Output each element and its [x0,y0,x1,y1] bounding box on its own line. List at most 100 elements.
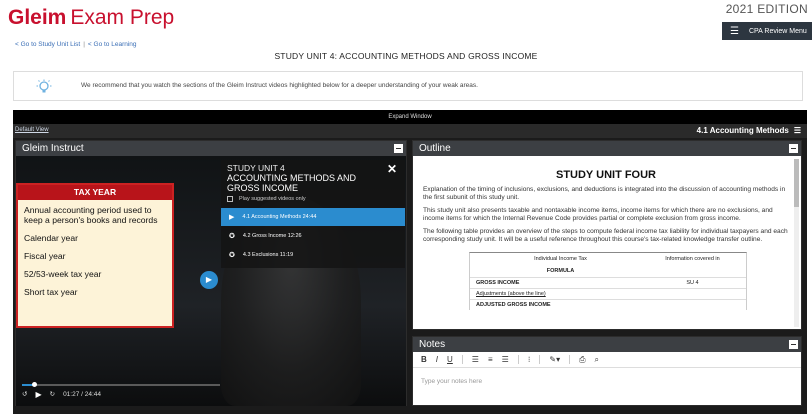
table-cell [645,302,740,308]
tax-item: Fiscal year [24,251,66,261]
play-icon: ▶ [229,214,235,221]
hamburger-icon: ☰ [730,25,739,37]
view-bar: Default View 4.1 Accounting Methods ☰ [13,124,807,138]
play-icon: ▶ [205,275,213,284]
rewind-icon[interactable]: ↺ [22,390,27,398]
toolbar-divider [539,355,541,364]
outline-paragraph: This study unit also presents taxable an… [423,207,773,222]
video-list-title: ACCOUNTING METHODS AND GROSS INCOME [227,173,357,193]
forward-icon[interactable]: ↻ [50,390,55,398]
minimize-icon[interactable] [789,144,798,153]
italic-button[interactable]: I [436,355,438,364]
table-header-cell: Information covered in [665,256,720,262]
notes-panel: Notes B I U ☰ ≡ ☰ ⁝ ✎▾ ⎙ ⌕ Type your not… [412,336,802,406]
align-right-icon[interactable]: ☰ [502,355,509,364]
app-root: Gleim Exam Prep 2021 EDITION ☰ CPA Review… [0,0,812,416]
section-label: 4.1 Accounting Methods [696,126,789,135]
notes-toolbar: B I U ☰ ≡ ☰ ⁝ ✎▾ ⎙ ⌕ [413,352,801,368]
video-item-label: 4.3 Exclusions 11:19 [242,252,294,258]
print-icon[interactable]: ⎙ [579,355,585,365]
outline-heading: STUDY UNIT FOUR [555,169,657,181]
bold-button[interactable]: B [421,355,427,364]
video-item[interactable]: ▶ 4.1 Accounting Methods 24:44 [221,208,405,226]
tax-year-title: TAX YEAR [18,185,172,200]
play-button[interactable]: ▶ [35,390,41,399]
align-left-icon[interactable]: ☰ [472,355,479,364]
logo-sub: Exam Prep [70,6,175,29]
learning-link[interactable]: < Go to Learning [88,41,137,48]
review-menu-label: CPA Review Menu [748,27,807,35]
panel-title: Outline [419,143,451,154]
highlight-icon[interactable]: ✎▾ [549,355,560,364]
tax-formula-table: Individual Income Tax Information covere… [469,252,747,310]
scrollbar-thumb[interactable] [794,159,799,207]
play-suggested-label: Play suggested videos only [239,196,306,202]
gleim-logo[interactable]: Gleim Exam Prep [8,6,174,30]
table-row: ADJUSTED GROSS INCOME [470,299,746,310]
video-time: 01:27 / 24:44 [63,390,102,398]
table-cell [645,291,740,297]
lightbulb-icon [36,79,52,98]
video-controls: ↺ ▶ ↻ 01:27 / 24:44 [22,389,101,399]
tax-item: Annual accounting period used to keep a … [24,205,158,225]
notes-input[interactable]: Type your notes here [421,378,482,385]
expand-window-button[interactable]: Expand Window [13,110,807,124]
outline-scrollbar[interactable] [794,159,799,327]
table-cell: GROSS INCOME [476,280,520,286]
video-progress-bar[interactable] [22,382,220,387]
panel-title: Gleim Instruct [22,143,84,154]
notes-header: Notes [413,337,801,352]
minimize-icon[interactable] [789,340,798,349]
recommendation-banner: We recommend that you watch the sections… [13,71,803,101]
video-item-label: 4.2 Gross Income 12:26 [242,233,302,239]
bullet-list-icon[interactable]: ⁝ [528,355,531,364]
align-center-icon[interactable]: ≡ [488,355,493,364]
table-header-cell: Individual Income Tax [534,256,587,262]
toolbar-divider [517,355,519,364]
table-cell: ADJUSTED GROSS INCOME [476,302,551,308]
breadcrumb-separator: | [83,41,85,48]
outline-header: Outline [413,141,801,156]
search-icon[interactable]: ⌕ [594,355,598,365]
panel-title: Notes [419,339,446,350]
tax-item: Short tax year [24,287,78,297]
video-item[interactable]: ✪ 4.3 Exclusions 11:19 [221,246,405,264]
outline-content: STUDY UNIT FOUR Explanation of the timin… [416,159,796,329]
list-menu-icon: ☰ [793,126,801,135]
section-selector[interactable]: 4.1 Accounting Methods ☰ [697,126,801,135]
outline-paragraph: The following table provides an overview… [423,228,788,243]
checkbox-icon [227,196,233,202]
minimize-icon[interactable] [394,144,403,153]
gleim-instruct-header: Gleim Instruct [16,141,406,156]
tax-item: Calendar year [24,233,78,243]
review-menu-button[interactable]: ☰ CPA Review Menu [722,22,812,40]
logo-brand: Gleim [8,6,67,29]
play-suggested-checkbox[interactable]: Play suggested videos only [227,196,306,202]
toolbar-divider [569,355,571,364]
table-row: Adjustments (above the line) [470,288,746,299]
toolbar-divider [461,355,463,364]
play-overlay-button[interactable]: ▶ [200,271,218,289]
video-item-label: 4.1 Accounting Methods 24:44 [242,214,317,220]
table-row: GROSS INCOME SU 4 [470,277,746,288]
default-view-link[interactable]: Default View [15,127,49,133]
video-list-unit: STUDY UNIT 4 [227,163,285,173]
progress-handle[interactable] [31,382,37,387]
video-item[interactable]: ✪ 4.2 Gross Income 12:26 [221,227,405,245]
breadcrumb: < Go to Study Unit List | < Go to Learning [15,41,137,48]
formula-label: FORMULA [546,268,575,274]
tax-year-slide: TAX YEAR Annual accounting period used t… [16,183,174,328]
tax-item: 52/53-week tax year [24,269,102,279]
table-formula-row: FORMULA [470,265,746,277]
table-header-row: Individual Income Tax Information covere… [470,253,746,265]
outline-paragraph: Explanation of the timing of inclusions,… [423,186,786,201]
table-cell: SU 4 [686,280,699,286]
video-list-overlay: STUDY UNIT 4 ACCOUNTING METHODS AND GROS… [221,160,405,268]
header: Gleim Exam Prep 2021 EDITION ☰ CPA Review… [0,0,812,40]
underline-button[interactable]: U [447,355,453,364]
study-unit-list-link[interactable]: < Go to Study Unit List [15,41,80,48]
lightbulb-icon: ✪ [229,233,235,240]
table-cell: Adjustments (above the line) [476,291,546,297]
close-icon[interactable]: ✕ [387,162,397,176]
page-title: STUDY UNIT 4: ACCOUNTING METHODS AND GRO… [274,51,538,61]
